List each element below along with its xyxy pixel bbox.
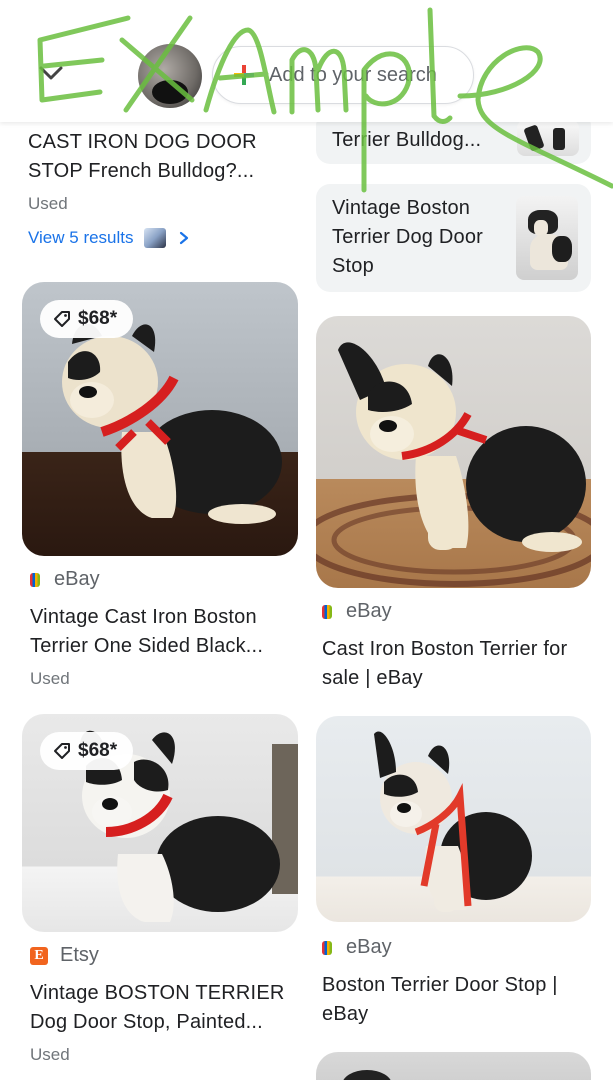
add-to-search-button[interactable]: Add to your search (212, 46, 474, 104)
result-card-info[interactable]: eBay Boston Terrier Door Stop | eBay (322, 936, 592, 1029)
result-title-line: sale | eBay (322, 667, 423, 689)
result-card-info[interactable]: eBay Vintage Cast Iron Boston Terrier On… (30, 568, 300, 689)
result-source: E Etsy (30, 944, 300, 967)
result-title-line: Vintage Cast Iron Boston (30, 606, 257, 628)
chevron-down-icon (39, 66, 63, 80)
collapse-button[interactable] (36, 58, 66, 88)
result-card-top-left[interactable]: CAST IRON DOG DOOR STOP French Bulldog?.… (28, 128, 298, 214)
result-title-line: CAST IRON DOG DOOR (28, 131, 257, 153)
result-image[interactable]: $68* (22, 282, 298, 556)
result-title-line: Boston Terrier Door Stop | (322, 974, 558, 996)
source-name: eBay (54, 568, 100, 590)
result-title-line: STOP French Bulldog?... (28, 160, 255, 182)
result-condition: Used (30, 669, 70, 688)
result-title-line: Cast Iron Boston Terrier for (322, 638, 568, 660)
view-results-link[interactable]: View 5 results (28, 228, 192, 248)
price-value: $68* (78, 308, 118, 329)
price-tag-icon (54, 743, 70, 759)
add-to-search-label: Add to your search (269, 63, 437, 86)
result-image[interactable] (316, 716, 591, 922)
price-tag-icon (54, 311, 70, 327)
related-chip-title: Terrier Bulldog... (332, 129, 482, 151)
result-source: eBay (322, 936, 592, 959)
collection-thumb-icon (143, 228, 166, 248)
ebay-icon (30, 572, 40, 587)
price-badge: $68* (40, 732, 134, 770)
ebay-icon (322, 604, 332, 619)
source-name: eBay (346, 936, 392, 958)
source-name: eBay (346, 600, 392, 622)
result-title-line: Dog Door Stop, Painted... (30, 1011, 263, 1033)
related-chip-thumbnail (517, 120, 579, 156)
result-image[interactable] (316, 316, 591, 588)
dog-figurine-image (316, 342, 591, 587)
result-card-info[interactable]: E Etsy Vintage BOSTON TERRIER Dog Door S… (30, 944, 300, 1065)
result-card-info[interactable]: eBay Cast Iron Boston Terrier for sale |… (322, 600, 592, 693)
related-chip-title-line: Stop (332, 255, 374, 277)
etsy-icon: E (30, 946, 48, 965)
related-chip-title-line: Terrier Dog Door (332, 226, 484, 248)
result-title-line: eBay (322, 1003, 369, 1025)
chevron-right-icon (179, 231, 188, 245)
result-title-line: Vintage BOSTON TERRIER (30, 982, 285, 1004)
related-chip-title-line: Vintage Boston (332, 197, 471, 219)
search-image-thumbnail[interactable] (138, 44, 202, 108)
result-source: eBay (30, 568, 300, 591)
price-value: $68* (78, 740, 118, 761)
result-image[interactable]: $68* (22, 714, 298, 932)
dog-figurine-image (374, 731, 532, 912)
plus-icon (234, 65, 254, 85)
related-chip-thumbnail (516, 196, 578, 280)
result-condition: Used (28, 194, 68, 213)
result-title-line: Terrier One Sided Black... (30, 635, 264, 657)
price-badge: $68* (40, 300, 134, 338)
ebay-icon (322, 940, 332, 955)
related-chip[interactable]: Vintage Boston Terrier Dog Door Stop (316, 184, 591, 292)
top-bar: Add to your search (0, 0, 613, 122)
result-image-partial[interactable] (316, 1052, 591, 1080)
source-name: Etsy (60, 944, 99, 966)
dog-figurine-image (342, 1070, 392, 1080)
result-condition: Used (30, 1045, 70, 1064)
result-source: eBay (322, 600, 592, 623)
view-results-label: View 5 results (28, 228, 134, 247)
